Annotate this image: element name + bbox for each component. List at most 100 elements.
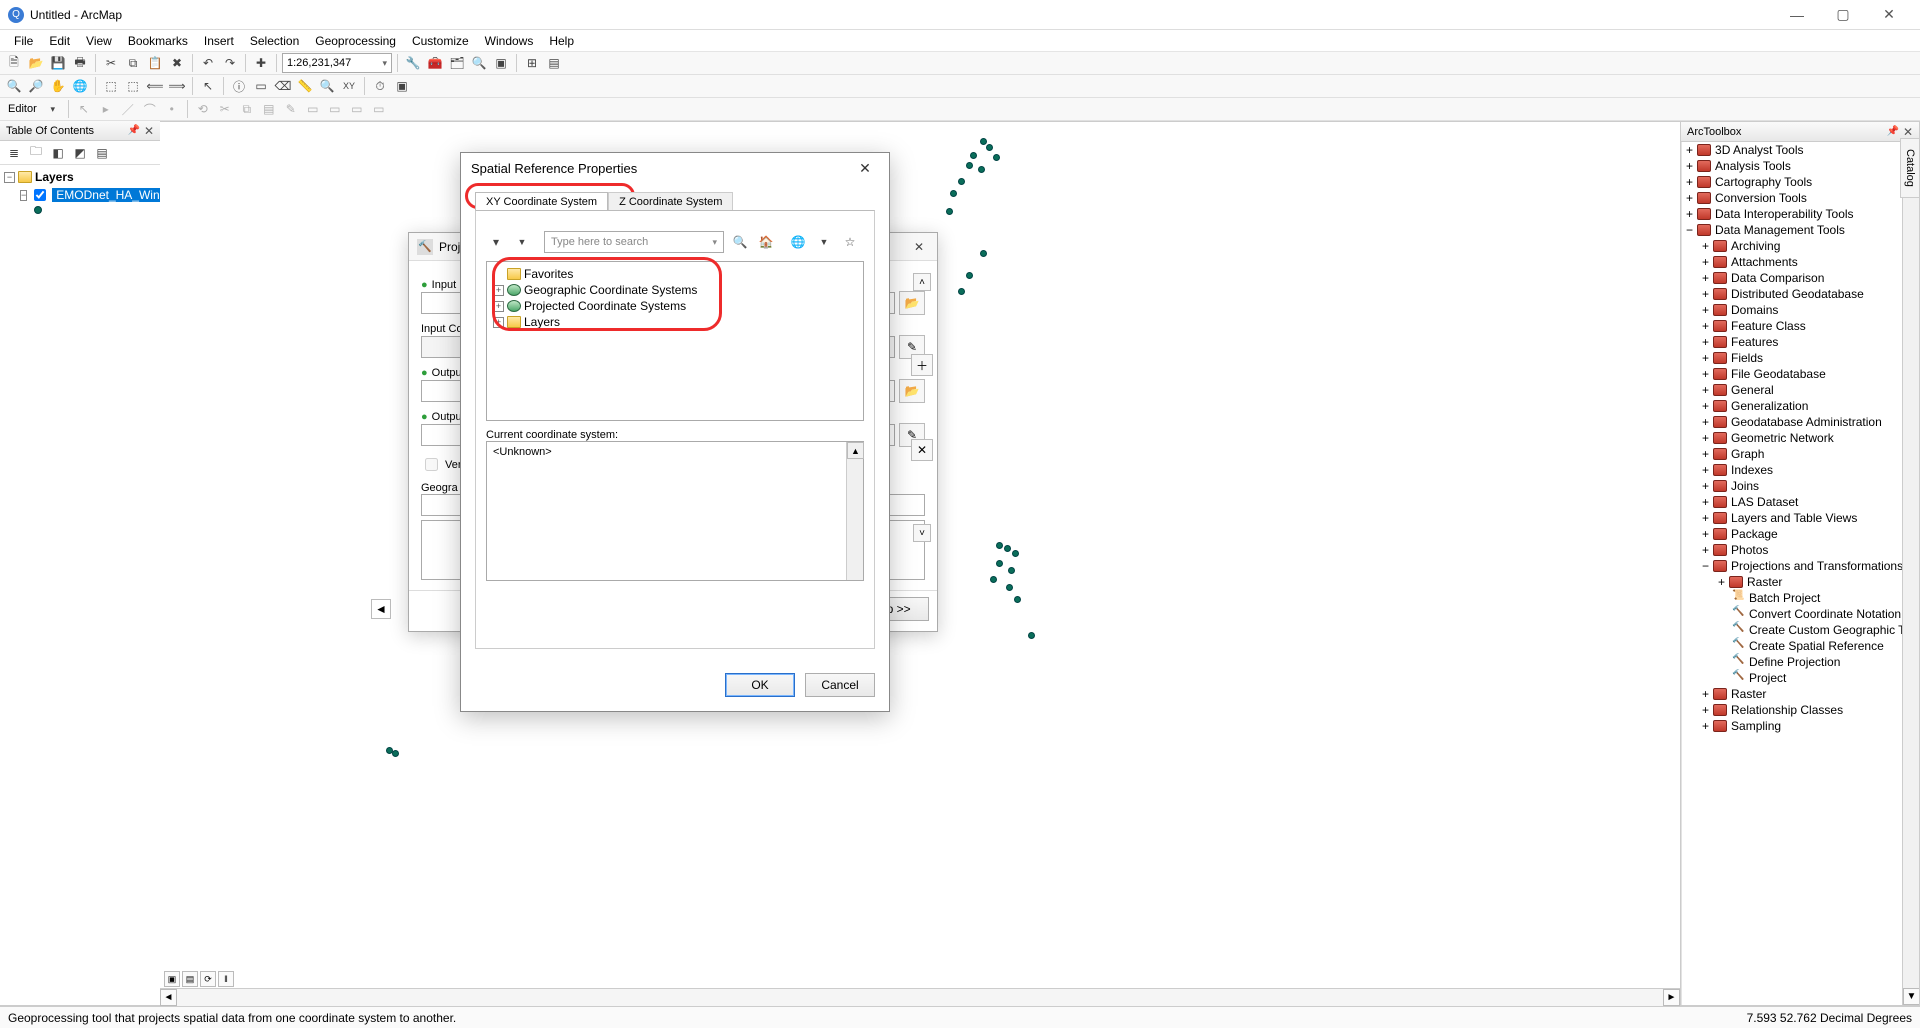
misc-icon[interactable]: ▤: [544, 53, 564, 73]
ok-button[interactable]: OK: [725, 673, 795, 697]
print-icon[interactable]: 🖶: [70, 53, 90, 73]
edit-attr-icon[interactable]: ▤: [259, 99, 279, 119]
edit-line-icon[interactable]: ／: [118, 99, 138, 119]
filter-icon[interactable]: ▾: [486, 232, 506, 252]
tool-batch-project[interactable]: Batch Project: [1682, 590, 1919, 606]
srs-globe-dropdown-icon[interactable]: ▼: [814, 232, 834, 252]
editor-label[interactable]: Editor: [4, 103, 41, 115]
remove-icon[interactable]: ✕: [911, 439, 933, 461]
tbx-analysis[interactable]: +Analysis Tools: [1682, 158, 1919, 174]
viewer-window-icon[interactable]: ▣: [392, 76, 412, 96]
tbx-photos[interactable]: +Photos: [1682, 542, 1919, 558]
catalog-window-icon[interactable]: 🗂: [447, 53, 467, 73]
identify-icon[interactable]: ⓘ: [229, 76, 249, 96]
srs-current-scroll-up-icon[interactable]: ▲: [847, 442, 864, 459]
edit-merge-icon[interactable]: ⧉: [237, 99, 257, 119]
edit-split-icon[interactable]: ✂: [215, 99, 235, 119]
toc-list-by-source-icon[interactable]: 🗀: [26, 143, 46, 163]
menu-view[interactable]: View: [78, 32, 120, 50]
tbx-relationship-classes[interactable]: +Relationship Classes: [1682, 702, 1919, 718]
tbx-feature-class[interactable]: +Feature Class: [1682, 318, 1919, 334]
toc-layer-row[interactable]: − EMODnet_HA_Wind: [4, 185, 156, 205]
tbx-features[interactable]: +Features: [1682, 334, 1919, 350]
srs-favorites[interactable]: Favorites: [493, 266, 857, 282]
pin-icon[interactable]: 📌: [127, 125, 139, 136]
tbx-sampling[interactable]: +Sampling: [1682, 718, 1919, 734]
tab-z-coordinate-system[interactable]: Z Coordinate System: [608, 192, 733, 211]
tbx-fields[interactable]: +Fields: [1682, 350, 1919, 366]
tbx-interop[interactable]: +Data Interoperability Tools: [1682, 206, 1919, 222]
menu-windows[interactable]: Windows: [477, 32, 542, 50]
tbx-joins[interactable]: +Joins: [1682, 478, 1919, 494]
python-window-icon[interactable]: ▣: [491, 53, 511, 73]
back-extent-icon[interactable]: ⟸: [145, 76, 165, 96]
edit-more4-icon[interactable]: ▭: [369, 99, 389, 119]
srs-find-icon[interactable]: 🔍: [730, 232, 750, 252]
tool-create-spatial-ref[interactable]: Create Spatial Reference: [1682, 638, 1919, 654]
select-elements-icon[interactable]: ↖: [198, 76, 218, 96]
tbx-dm-raster[interactable]: +Raster: [1682, 686, 1919, 702]
filter-dropdown-icon[interactable]: ▼: [512, 232, 532, 252]
edit-sketch-icon[interactable]: ✎: [281, 99, 301, 119]
tab-xy-coordinate-system[interactable]: XY Coordinate System: [475, 192, 608, 211]
arctoolbox-scrollbar[interactable]: ▲ ▼: [1902, 142, 1919, 1005]
edit-trace-icon[interactable]: ⟲: [193, 99, 213, 119]
menu-customize[interactable]: Customize: [404, 32, 477, 50]
fixed-zoom-out-icon[interactable]: ⬚: [123, 76, 143, 96]
edit-arc-icon[interactable]: ⌒: [140, 99, 160, 119]
srs-layers[interactable]: + Layers: [493, 314, 857, 330]
expand-icon[interactable]: +: [493, 301, 504, 312]
toc-list-by-drawing-icon[interactable]: ≣: [4, 143, 24, 163]
zoom-in-icon[interactable]: 🔍: [4, 76, 24, 96]
edit-vertex-icon[interactable]: ▸: [96, 99, 116, 119]
srs-globe-icon[interactable]: 🌐: [788, 232, 808, 252]
toc-layer-label[interactable]: EMODnet_HA_Wind: [52, 188, 160, 202]
list-down-icon[interactable]: ˅: [913, 524, 931, 542]
toc-close-icon[interactable]: ✕: [144, 124, 154, 138]
search-window-icon[interactable]: 🔍: [469, 53, 489, 73]
project-dialog-close-icon[interactable]: ✕: [909, 237, 929, 257]
map-horizontal-scrollbar[interactable]: ◄ ►: [160, 988, 1680, 1005]
expand-icon[interactable]: +: [493, 317, 504, 328]
cut-icon[interactable]: ✂: [101, 53, 121, 73]
srs-dialog-close-icon[interactable]: ✕: [851, 157, 879, 179]
menu-edit[interactable]: Edit: [41, 32, 78, 50]
list-up-icon[interactable]: ˄: [913, 273, 931, 291]
tbx-layers-and-table-views[interactable]: +Layers and Table Views: [1682, 510, 1919, 526]
srs-favorite-icon[interactable]: ☆: [840, 232, 860, 252]
srs-projected[interactable]: + Projected Coordinate Systems: [493, 298, 857, 314]
cancel-button[interactable]: Cancel: [805, 673, 875, 697]
delete-icon[interactable]: ✖: [167, 53, 187, 73]
catalog-tab[interactable]: Catalog: [1900, 138, 1920, 198]
full-extent-icon[interactable]: 🌐: [70, 76, 90, 96]
close-button[interactable]: ✕: [1866, 0, 1912, 30]
tbx-archiving[interactable]: +Archiving: [1682, 238, 1919, 254]
pan-icon[interactable]: ✋: [48, 76, 68, 96]
pause-icon[interactable]: ‖: [218, 971, 234, 987]
scale-input[interactable]: 1:26,231,347▾: [282, 53, 392, 73]
tbx-package[interactable]: +Package: [1682, 526, 1919, 542]
layer-visibility-checkbox[interactable]: [34, 189, 46, 201]
redo-icon[interactable]: ↷: [220, 53, 240, 73]
collapse-icon[interactable]: −: [20, 190, 27, 201]
menu-geoprocessing[interactable]: Geoprocessing: [307, 32, 404, 50]
measure-icon[interactable]: 📏: [295, 76, 315, 96]
edit-more3-icon[interactable]: ▭: [347, 99, 367, 119]
tbx-las-dataset[interactable]: +LAS Dataset: [1682, 494, 1919, 510]
expand-icon[interactable]: +: [493, 285, 504, 296]
model-builder-icon[interactable]: ⊞: [522, 53, 542, 73]
fixed-zoom-in-icon[interactable]: ⬚: [101, 76, 121, 96]
tool-convert-coord[interactable]: Convert Coordinate Notation: [1682, 606, 1919, 622]
tbx-projections[interactable]: −Projections and Transformations: [1682, 558, 1919, 574]
tbx-proj-raster[interactable]: +Raster: [1682, 574, 1919, 590]
minimize-button[interactable]: —: [1774, 0, 1820, 30]
tbx-geometric-network[interactable]: +Geometric Network: [1682, 430, 1919, 446]
layout-view-icon[interactable]: ▤: [182, 971, 198, 987]
xy-icon[interactable]: XY: [339, 76, 359, 96]
tbx-general[interactable]: +General: [1682, 382, 1919, 398]
proj-scroll-left-icon[interactable]: ◄: [371, 599, 391, 619]
menu-selection[interactable]: Selection: [242, 32, 307, 50]
edit-more1-icon[interactable]: ▭: [303, 99, 323, 119]
menu-help[interactable]: Help: [541, 32, 582, 50]
tbx-indexes[interactable]: +Indexes: [1682, 462, 1919, 478]
